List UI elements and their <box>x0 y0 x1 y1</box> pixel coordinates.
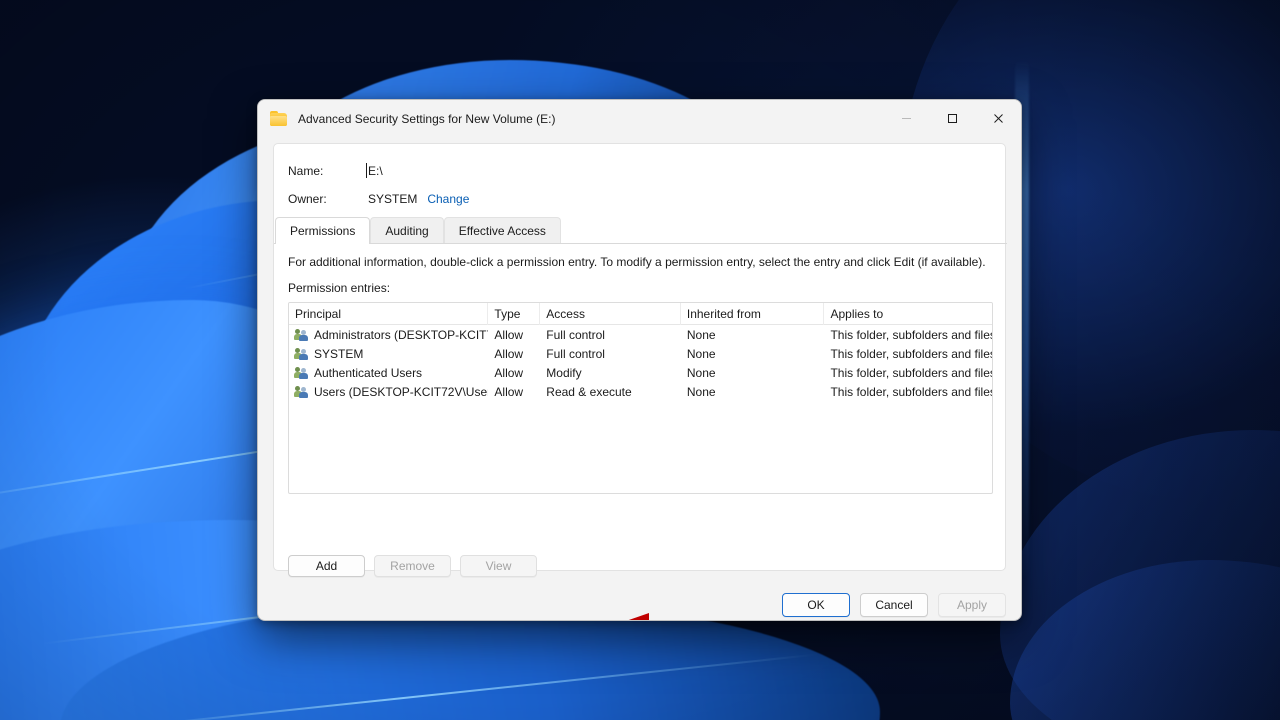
cell-access: Full control <box>540 325 681 344</box>
tab-permissions[interactable]: Permissions <box>275 217 370 244</box>
table-row[interactable]: Administrators (DESKTOP-KCIT7... Allow F… <box>289 325 992 344</box>
cell-type: Allow <box>488 382 540 401</box>
cell-access: Read & execute <box>540 382 681 401</box>
minimize-icon <box>901 113 912 124</box>
cell-principal: Authenticated Users <box>289 363 488 382</box>
action-buttons: Add Remove View <box>288 555 537 577</box>
cell-principal: Administrators (DESKTOP-KCIT7... <box>289 325 488 344</box>
cell-inherited-from: None <box>681 382 825 401</box>
desktop-background: Advanced Security Settings for New Volum… <box>0 0 1280 720</box>
add-button[interactable]: Add <box>288 555 365 577</box>
close-icon <box>993 113 1004 124</box>
name-row: Name: E:\ <box>288 161 888 181</box>
name-label: Name: <box>288 164 368 178</box>
owner-row: Owner: SYSTEM Change <box>288 189 888 209</box>
cell-applies-to: This folder, subfolders and files <box>824 344 992 363</box>
tab-bar: Permissions Auditing Effective Access <box>274 218 1007 244</box>
cell-type: Allow <box>488 363 540 382</box>
principal-text: Users (DESKTOP-KCIT72V\Users) <box>314 385 488 399</box>
permission-entries-label: Permission entries: <box>288 281 390 295</box>
group-icon <box>295 366 309 379</box>
group-icon <box>295 347 309 360</box>
cell-access: Full control <box>540 344 681 363</box>
principal-text: Authenticated Users <box>314 366 422 380</box>
window-title: Advanced Security Settings for New Volum… <box>298 112 555 126</box>
cell-applies-to: This folder, subfolders and files <box>824 382 992 401</box>
advanced-security-settings-dialog: Advanced Security Settings for New Volum… <box>257 99 1022 621</box>
change-owner-link[interactable]: Change <box>427 192 469 206</box>
permission-entries-list[interactable]: Principal Type Access Inherited from App… <box>288 302 993 494</box>
cell-access: Modify <box>540 363 681 382</box>
dialog-footer: OK Cancel Apply <box>782 593 1006 617</box>
table-row[interactable]: SYSTEM Allow Full control None This fold… <box>289 344 992 363</box>
cell-inherited-from: None <box>681 344 825 363</box>
column-header-applies-to[interactable]: Applies to <box>824 303 992 325</box>
cell-inherited-from: None <box>681 363 825 382</box>
ok-button[interactable]: OK <box>782 593 850 617</box>
content-panel: Name: E:\ Owner: SYSTEM Change Permissio… <box>273 143 1006 571</box>
column-header-inherited-from[interactable]: Inherited from <box>681 303 825 325</box>
group-icon <box>295 385 309 398</box>
title-bar[interactable]: Advanced Security Settings for New Volum… <box>258 100 1021 137</box>
cancel-button[interactable]: Cancel <box>860 593 928 617</box>
owner-value: SYSTEM <box>368 192 417 206</box>
cell-type: Allow <box>488 325 540 344</box>
cell-inherited-from: None <box>681 325 825 344</box>
column-header-principal[interactable]: Principal <box>289 303 488 325</box>
maximize-icon <box>947 113 958 124</box>
view-button[interactable]: View <box>460 555 537 577</box>
tab-effective-access[interactable]: Effective Access <box>444 217 561 243</box>
cell-applies-to: This folder, subfolders and files <box>824 325 992 344</box>
cell-type: Allow <box>488 344 540 363</box>
cell-principal: SYSTEM <box>289 344 488 363</box>
apply-button[interactable]: Apply <box>938 593 1006 617</box>
minimize-button[interactable] <box>883 100 929 137</box>
folder-icon <box>270 111 288 127</box>
table-header-row: Principal Type Access Inherited from App… <box>289 303 992 325</box>
tab-auditing[interactable]: Auditing <box>370 217 443 243</box>
cell-principal: Users (DESKTOP-KCIT72V\Users) <box>289 382 488 401</box>
column-header-type[interactable]: Type <box>488 303 540 325</box>
window-controls <box>883 100 1021 137</box>
group-icon <box>295 328 309 341</box>
table-row[interactable]: Authenticated Users Allow Modify None Th… <box>289 363 992 382</box>
principal-text: SYSTEM <box>314 347 363 361</box>
remove-button[interactable]: Remove <box>374 555 451 577</box>
maximize-button[interactable] <box>929 100 975 137</box>
table-row[interactable]: Users (DESKTOP-KCIT72V\Users) Allow Read… <box>289 382 992 401</box>
cell-applies-to: This folder, subfolders and files <box>824 363 992 382</box>
name-value: E:\ <box>368 164 383 178</box>
close-button[interactable] <box>975 100 1021 137</box>
description-text: For additional information, double-click… <box>288 255 994 269</box>
owner-label: Owner: <box>288 192 368 206</box>
annotation-arrow <box>621 613 771 621</box>
column-header-access[interactable]: Access <box>540 303 681 325</box>
principal-text: Administrators (DESKTOP-KCIT7... <box>314 328 488 342</box>
